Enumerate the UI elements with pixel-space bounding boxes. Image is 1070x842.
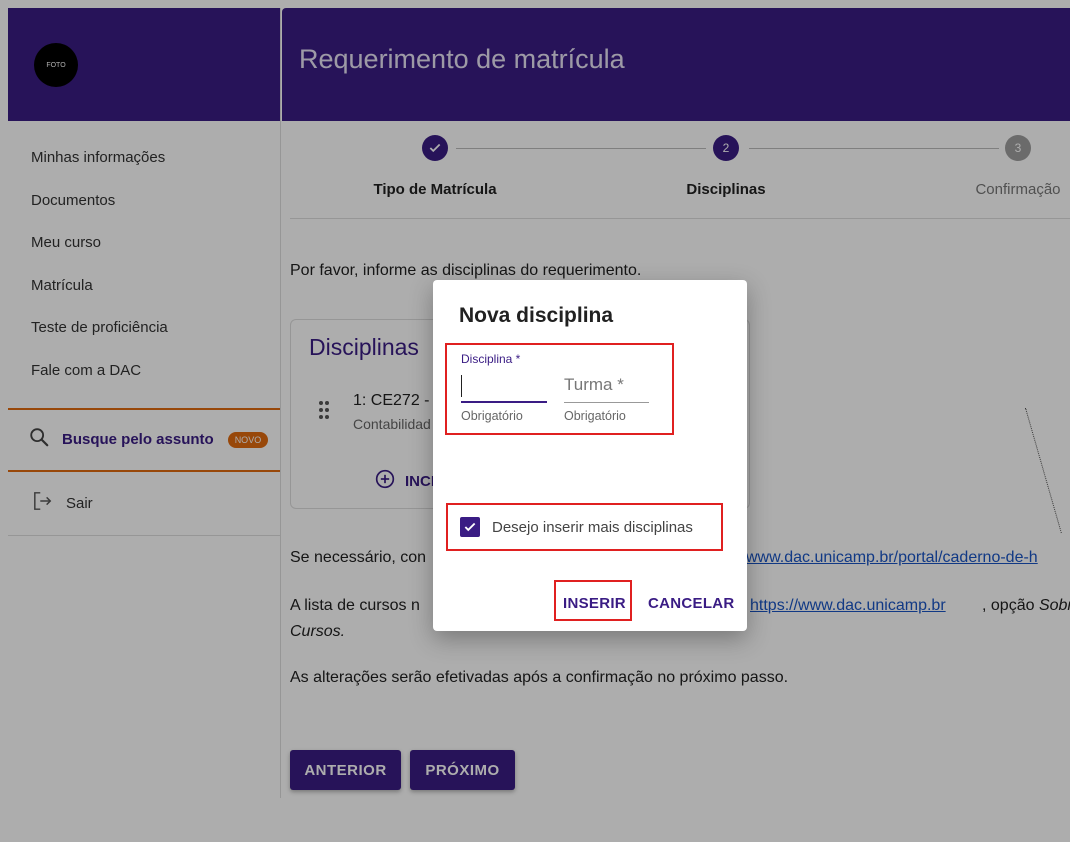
text-caret <box>461 375 462 397</box>
class-hint: Obrigatório <box>564 409 626 423</box>
cancel-button[interactable]: CANCELAR <box>648 595 735 612</box>
new-discipline-dialog: Nova disciplina Disciplina * Turma * Obr… <box>433 280 747 631</box>
checkbox-label: Desejo inserir mais disciplinas <box>492 518 693 536</box>
checkbox-checked-icon[interactable] <box>460 517 480 537</box>
discipline-field-label: Disciplina * <box>461 352 521 366</box>
dialog-title: Nova disciplina <box>459 304 614 327</box>
fields-highlight: Disciplina * Turma * Obrigatório Obrigat… <box>445 343 674 435</box>
discipline-input[interactable] <box>461 371 547 403</box>
insert-button[interactable]: INSERIR <box>563 595 626 612</box>
class-input[interactable] <box>564 371 649 403</box>
more-disciplines-checkbox-row[interactable]: Desejo inserir mais disciplinas <box>446 503 723 551</box>
discipline-hint: Obrigatório <box>461 409 523 423</box>
